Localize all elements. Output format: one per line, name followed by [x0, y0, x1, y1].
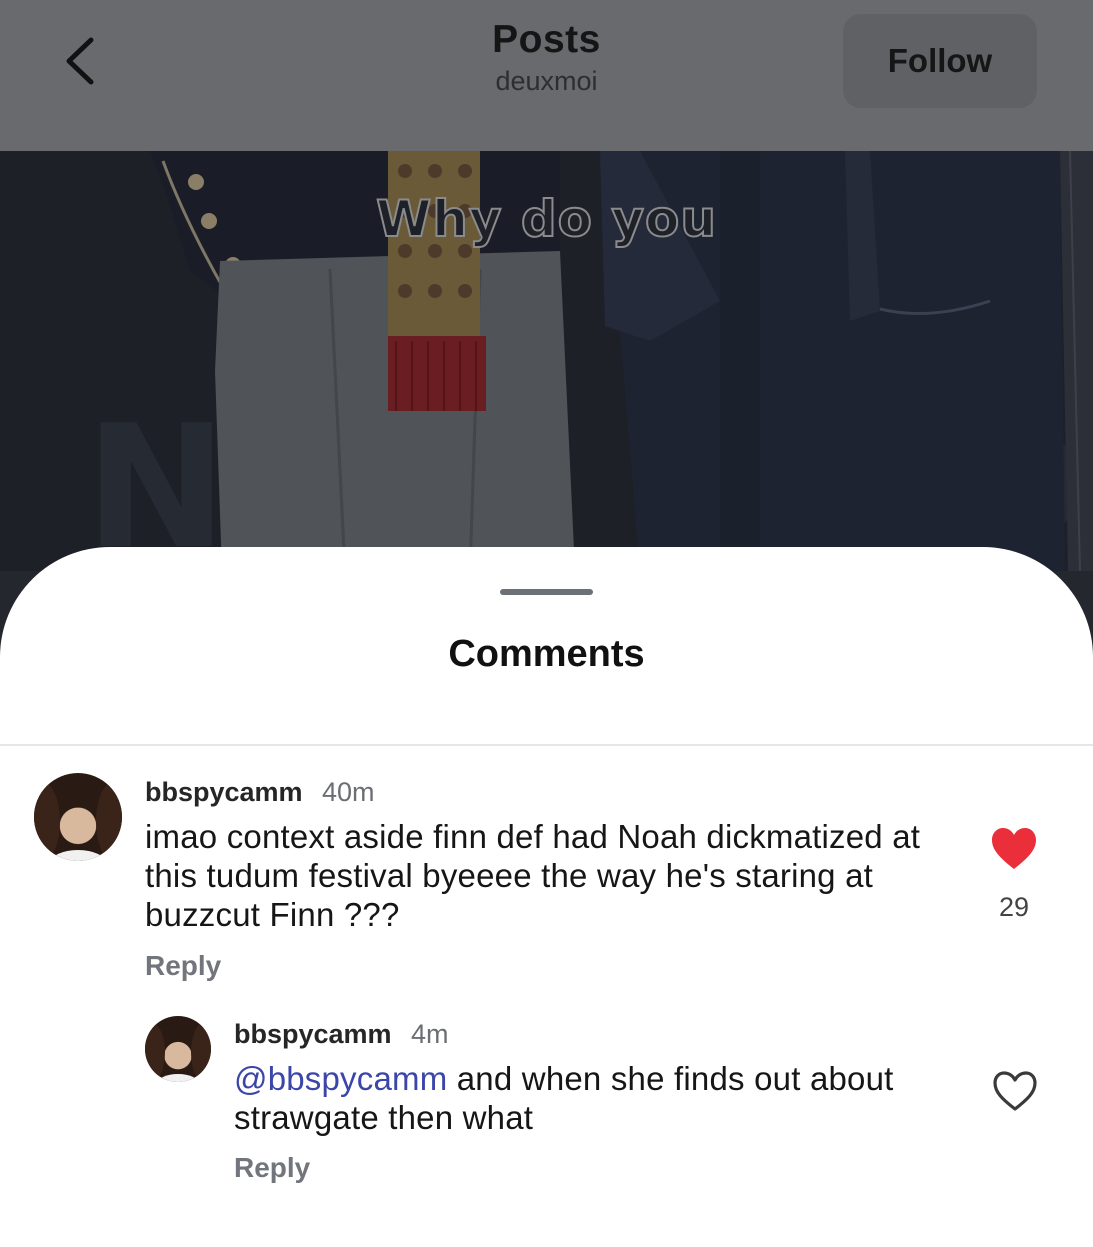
- top-nav-bar: Posts deuxmoi Follow: [0, 0, 1093, 151]
- heart-filled-icon: [992, 828, 1036, 869]
- reply-button[interactable]: Reply: [145, 950, 221, 982]
- like-button[interactable]: [991, 1069, 1041, 1115]
- comment-username[interactable]: bbspycamm: [145, 777, 303, 808]
- comment-timestamp: 4m: [411, 1019, 449, 1049]
- follow-button[interactable]: Follow: [843, 14, 1037, 108]
- avatar[interactable]: [34, 773, 122, 861]
- heart-outline-icon: [993, 1071, 1037, 1111]
- like-count: 29: [998, 892, 1030, 922]
- divider: [0, 744, 1093, 746]
- like-button[interactable]: [990, 827, 1040, 873]
- comments-title: Comments: [448, 633, 645, 675]
- reply-button[interactable]: Reply: [234, 1152, 310, 1184]
- comment-text: imao context aside finn def had Noah dic…: [145, 818, 921, 933]
- svg-text:N: N: [85, 389, 227, 571]
- reply-comment-text: @bbspycamm and when she finds out about …: [234, 1059, 954, 1137]
- sheet-drag-handle[interactable]: [500, 589, 593, 595]
- comment-timestamp: 40m: [322, 777, 375, 807]
- avatar[interactable]: [145, 1016, 211, 1082]
- mention-link[interactable]: @bbspycamm: [234, 1060, 447, 1097]
- comments-sheet: Comments bbspycamm 40m imao context asid…: [0, 547, 1093, 1247]
- comment-username[interactable]: bbspycamm: [234, 1019, 392, 1050]
- post-overlay-caption: Why do you: [375, 189, 717, 249]
